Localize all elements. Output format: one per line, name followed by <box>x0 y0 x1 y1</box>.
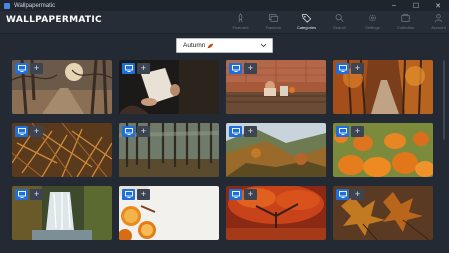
wallpaper-tile[interactable]: + <box>119 186 219 240</box>
nav-search[interactable]: Search <box>323 11 356 33</box>
set-wallpaper-button[interactable] <box>229 63 242 74</box>
add-to-collection-button[interactable]: + <box>137 63 150 74</box>
wallpaper-tile[interactable]: + <box>12 123 112 177</box>
add-to-collection-button[interactable]: + <box>351 126 364 137</box>
add-to-collection-button[interactable]: + <box>30 63 43 74</box>
autumn-leaf-icon <box>207 43 214 48</box>
nav-label: Categories <box>296 25 317 30</box>
monitor-icon <box>124 65 133 72</box>
wallpaper-tile[interactable]: + <box>226 60 326 114</box>
set-wallpaper-button[interactable] <box>122 63 135 74</box>
collection-icon <box>401 13 410 22</box>
set-wallpaper-button[interactable] <box>229 189 242 200</box>
monitor-icon <box>338 65 347 72</box>
window-title: Wallpapermatic <box>14 2 56 9</box>
nav-label: Featured <box>232 25 249 30</box>
main-nav: Featured Random Categories Search Settin… <box>224 11 449 33</box>
set-wallpaper-button[interactable] <box>336 63 349 74</box>
set-wallpaper-button[interactable] <box>336 126 349 137</box>
nav-label: Account <box>431 25 446 30</box>
wallpaper-tile[interactable]: + <box>119 123 219 177</box>
nav-categories[interactable]: Categories <box>290 11 323 33</box>
nav-label: Collection <box>396 25 415 30</box>
monitor-icon <box>231 191 240 198</box>
add-to-collection-button[interactable]: + <box>351 189 364 200</box>
monitor-icon <box>124 128 133 135</box>
monitor-icon <box>338 191 347 198</box>
title-bar: Wallpapermatic – ☐ ✕ <box>0 0 449 11</box>
wallpaper-tile[interactable]: + <box>226 186 326 240</box>
nav-label: Search <box>333 25 346 30</box>
nav-label: Settings <box>365 25 380 30</box>
chevron-down-icon <box>260 43 267 48</box>
set-wallpaper-button[interactable] <box>15 189 28 200</box>
wallpaper-tile[interactable]: + <box>333 123 433 177</box>
minimize-button[interactable]: – <box>383 0 405 11</box>
nav-account[interactable]: Account <box>422 11 449 33</box>
wallpaper-tile[interactable]: + <box>12 186 112 240</box>
nav-featured[interactable]: Featured <box>224 11 257 33</box>
monitor-icon <box>17 65 26 72</box>
set-wallpaper-button[interactable] <box>15 63 28 74</box>
add-to-collection-button[interactable]: + <box>244 63 257 74</box>
nav-random[interactable]: Random <box>257 11 290 33</box>
tag-icon <box>301 14 312 23</box>
wallpaper-tile[interactable]: + <box>12 60 112 114</box>
app-icon <box>4 2 10 9</box>
close-button[interactable]: ✕ <box>427 0 449 11</box>
monitor-icon <box>124 191 133 198</box>
set-wallpaper-button[interactable] <box>336 189 349 200</box>
add-to-collection-button[interactable]: + <box>244 189 257 200</box>
add-to-collection-button[interactable]: + <box>137 126 150 137</box>
maximize-button[interactable]: ☐ <box>405 0 427 11</box>
scrollbar[interactable] <box>443 60 445 140</box>
wallpaper-tile[interactable]: + <box>119 60 219 114</box>
category-dropdown-value: Autumn <box>183 42 206 49</box>
nav-label: Random <box>265 25 282 30</box>
add-to-collection-button[interactable]: + <box>351 63 364 74</box>
set-wallpaper-button[interactable] <box>229 126 242 137</box>
monitor-icon <box>17 191 26 198</box>
monitor-icon <box>338 128 347 135</box>
set-wallpaper-button[interactable] <box>122 189 135 200</box>
add-to-collection-button[interactable]: + <box>30 126 43 137</box>
gear-icon <box>369 14 376 22</box>
monitor-icon <box>231 128 240 135</box>
set-wallpaper-button[interactable] <box>122 126 135 137</box>
search-icon <box>335 14 344 23</box>
monitor-icon <box>17 128 26 135</box>
wallpaper-tile[interactable]: + <box>333 186 433 240</box>
wallpaper-tile[interactable]: + <box>333 60 433 114</box>
monitor-icon <box>231 65 240 72</box>
set-wallpaper-button[interactable] <box>15 126 28 137</box>
images-icon <box>268 14 279 22</box>
add-to-collection-button[interactable]: + <box>244 126 257 137</box>
add-to-collection-button[interactable]: + <box>137 189 150 200</box>
rocket-icon <box>238 13 243 23</box>
wallpaper-tile[interactable]: + <box>226 123 326 177</box>
nav-collection[interactable]: Collection <box>389 11 422 33</box>
user-icon <box>434 14 443 23</box>
category-dropdown[interactable]: Autumn <box>176 38 273 53</box>
nav-settings[interactable]: Settings <box>356 11 389 33</box>
add-to-collection-button[interactable]: + <box>30 189 43 200</box>
app-header: WALLPAPERMATIC Featured Random Categorie… <box>0 11 449 34</box>
app-logo: WALLPAPERMATIC <box>6 15 102 25</box>
